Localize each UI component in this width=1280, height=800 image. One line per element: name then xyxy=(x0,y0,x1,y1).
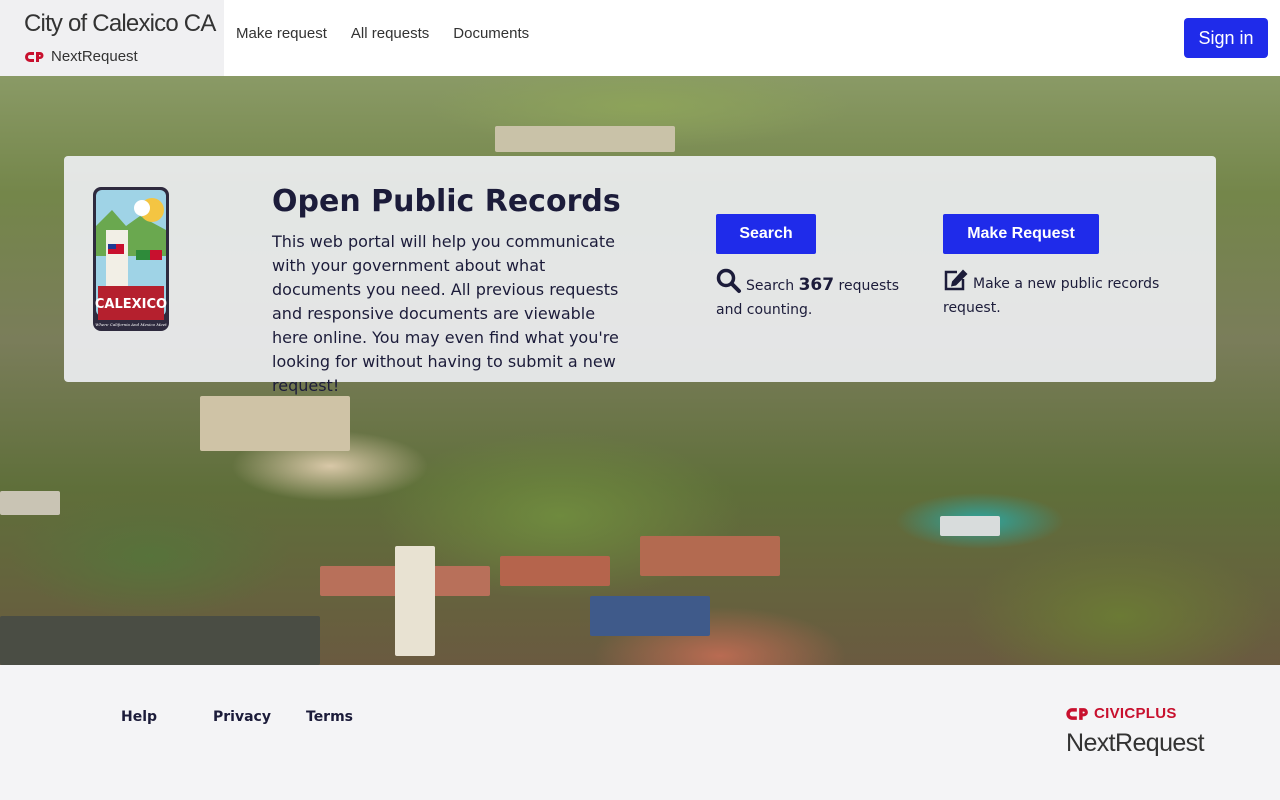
nav-make-request[interactable]: Make request xyxy=(236,25,327,42)
nav-all-requests[interactable]: All requests xyxy=(351,25,429,42)
search-button[interactable]: Search xyxy=(716,214,816,254)
civicplus-logo-icon xyxy=(1066,707,1088,720)
intro-panel: CALEXICO Where California And Mexico Mee… xyxy=(64,156,1216,395)
civicplus-brand[interactable]: CIVICPLUS xyxy=(1066,705,1177,722)
edit-icon xyxy=(944,269,968,291)
request-count: 367 xyxy=(798,275,835,295)
page-title: Open Public Records xyxy=(272,184,621,219)
city-name[interactable]: City of Calexico CA xyxy=(24,10,216,38)
footer-terms-link[interactable]: Terms xyxy=(306,709,353,725)
roof-shape xyxy=(0,616,320,665)
vendor-name: CIVICPLUS xyxy=(1094,705,1177,722)
roof-shape xyxy=(940,516,1000,536)
roof-shape xyxy=(590,596,710,636)
footer-help-link[interactable]: Help xyxy=(121,709,157,725)
nextrequest-brand: NextRequest xyxy=(25,48,138,65)
search-prefix: Search xyxy=(746,278,795,294)
roof-shape xyxy=(200,396,350,451)
nextrequest-logo-icon xyxy=(25,51,44,62)
product-name: NextRequest xyxy=(51,48,138,65)
footer-privacy-link[interactable]: Privacy xyxy=(213,709,271,725)
site-header: City of Calexico CA NextRequest Make req… xyxy=(0,0,1280,76)
make-request-button[interactable]: Make Request xyxy=(943,214,1099,254)
main-nav: Make request All requests Documents xyxy=(236,25,529,42)
footer-product-name: NextRequest xyxy=(1066,729,1205,757)
seal-name-text: CALEXICO xyxy=(95,297,167,312)
roof-shape xyxy=(500,556,610,586)
hero-banner: CALEXICO Where California And Mexico Mee… xyxy=(0,76,1280,665)
nav-documents[interactable]: Documents xyxy=(453,25,529,42)
intro-description: This web portal will help you communicat… xyxy=(272,232,619,395)
brand-block[interactable]: City of Calexico CA NextRequest xyxy=(0,0,224,76)
seal-tagline-text: Where California And Mexico Meet xyxy=(95,322,167,327)
search-info: Search 367 requests and counting. xyxy=(716,268,916,322)
sign-in-button[interactable]: Sign in xyxy=(1184,18,1268,58)
city-seal-icon[interactable]: CALEXICO Where California And Mexico Mee… xyxy=(92,186,170,332)
site-footer: Help Privacy Terms CIVICPLUS NextRequest xyxy=(0,665,1280,800)
roof-shape xyxy=(495,126,675,152)
request-text: Make a new public records request. xyxy=(943,276,1160,316)
roof-shape xyxy=(0,491,60,515)
request-info: Make a new public records request. xyxy=(943,268,1173,320)
search-icon xyxy=(716,268,741,293)
roof-shape xyxy=(640,536,780,576)
roof-shape xyxy=(395,546,435,656)
